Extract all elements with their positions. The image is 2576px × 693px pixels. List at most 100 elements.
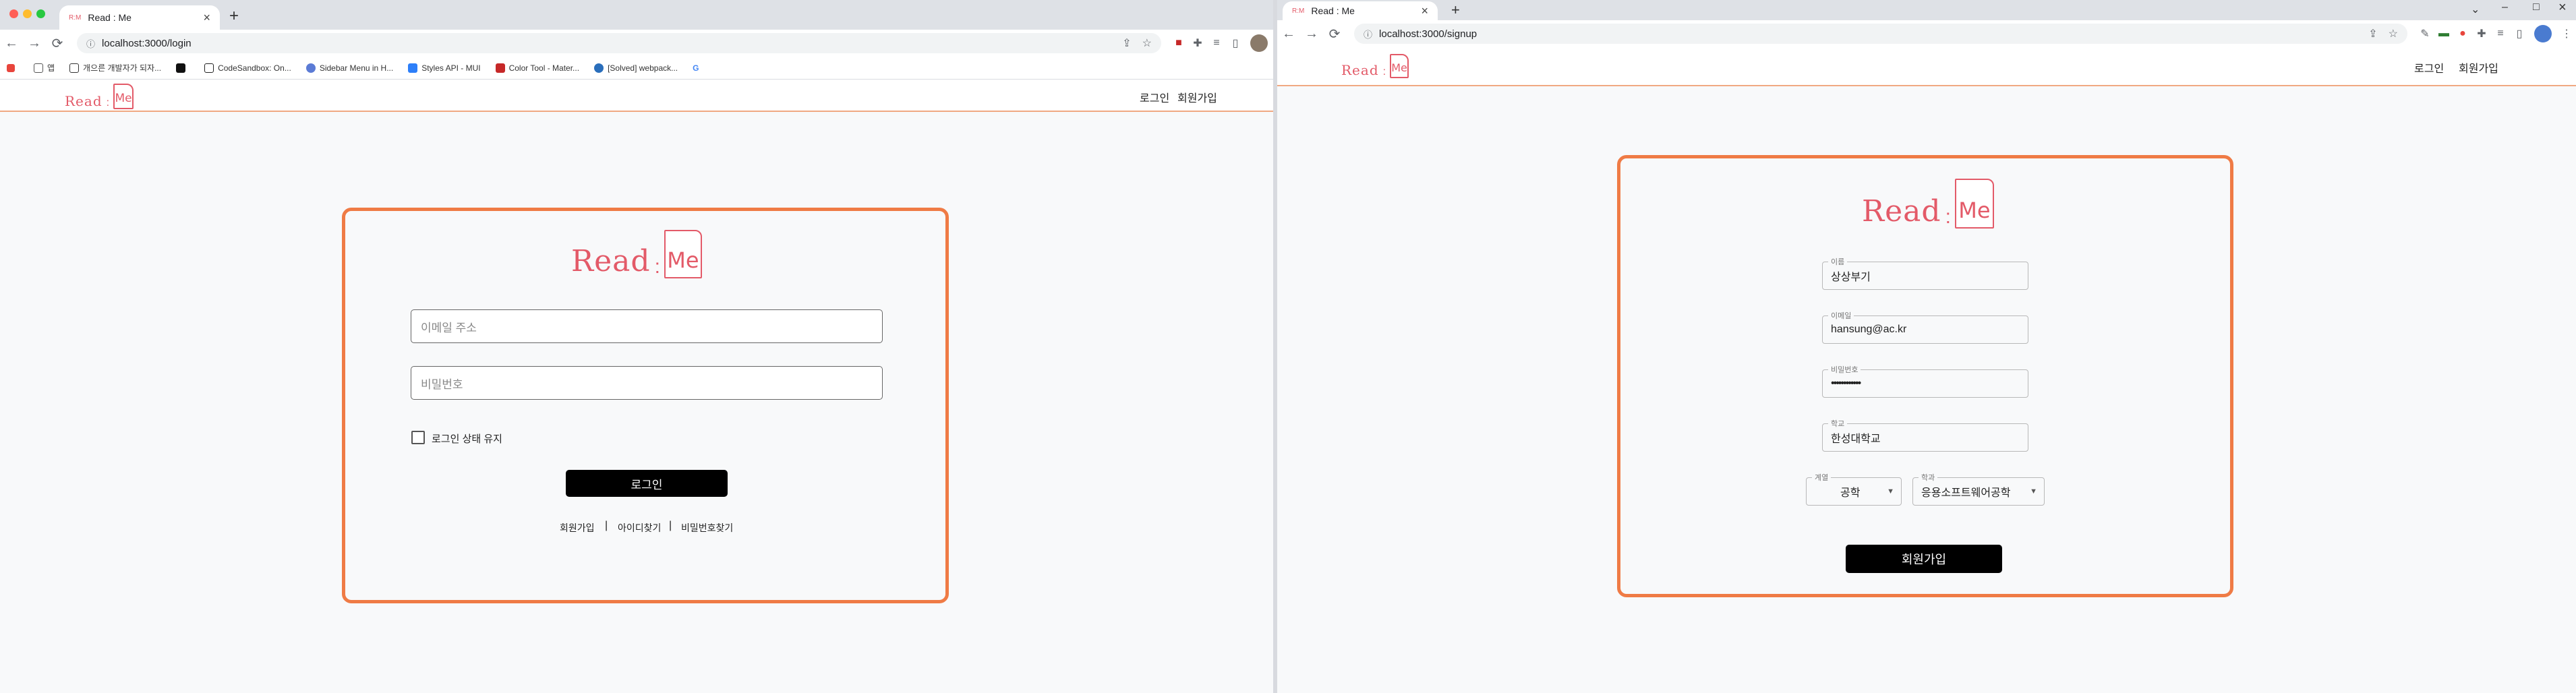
close-window-button[interactable] bbox=[9, 9, 18, 18]
info-icon[interactable]: ⓘ bbox=[1364, 28, 1372, 40]
mui-icon bbox=[408, 63, 418, 73]
find-password-link[interactable]: 비밀번호찾기 bbox=[681, 521, 733, 535]
bookmark-item[interactable]: [Solved] webpack... bbox=[594, 63, 678, 73]
tab-strip: R:M Read : Me × + bbox=[0, 0, 1273, 30]
minimize-window-button[interactable] bbox=[23, 9, 32, 18]
name-field[interactable]: 이름 상상부기 bbox=[1822, 256, 2028, 290]
reload-icon[interactable]: ⟳ bbox=[46, 35, 69, 52]
share-icon[interactable]: ⇪ bbox=[2368, 27, 2377, 40]
profile-avatar[interactable] bbox=[1250, 34, 1268, 52]
major-select[interactable]: 학과 응용소프트웨어공학 ▼ bbox=[1912, 472, 2045, 506]
track-value: 공학 bbox=[1840, 487, 1861, 499]
major-value: 응용소프트웨어공학 bbox=[1921, 487, 2011, 499]
bookmark-item[interactable]: Sidebar Menu in H... bbox=[305, 63, 393, 73]
tab-search-chevron-icon[interactable]: ⌄ bbox=[2471, 3, 2480, 16]
info-icon[interactable]: ⓘ bbox=[86, 37, 95, 50]
bookmark-item[interactable] bbox=[7, 63, 19, 72]
profile-avatar[interactable] bbox=[2534, 25, 2552, 42]
reading-list-icon[interactable]: ≡ bbox=[1207, 37, 1226, 49]
minimize-icon[interactable]: – bbox=[2502, 1, 2508, 13]
logo-document-icon: Me bbox=[113, 84, 134, 109]
browser-tab[interactable]: R:M Read : Me × bbox=[59, 5, 220, 30]
nav-login-link[interactable]: 로그인 bbox=[1140, 89, 1169, 105]
nav-signup-link[interactable]: 회원가입 bbox=[1177, 89, 1217, 105]
close-window-icon[interactable]: × bbox=[2558, 0, 2567, 16]
header-logo[interactable]: Read : Me bbox=[1341, 54, 1409, 78]
browser-toolbar: ← → ⟳ ⓘ localhost:3000/signup ⇪ ☆ ✎ ▬ ● … bbox=[1277, 20, 2576, 47]
new-tab-button[interactable]: + bbox=[229, 7, 239, 26]
password-value: •••••••••••• bbox=[1831, 378, 1861, 389]
bookmark-item[interactable]: 앱 bbox=[34, 62, 55, 73]
bookmark-item[interactable]: Color Tool - Mater... bbox=[495, 63, 579, 73]
maximize-icon[interactable]: □ bbox=[2533, 1, 2540, 13]
nav-login-link[interactable]: 로그인 bbox=[2414, 59, 2444, 76]
email-value: hansung@ac.kr bbox=[1831, 324, 1907, 335]
header-logo[interactable]: Read : Me bbox=[65, 84, 134, 109]
find-id-link[interactable]: 아이디찾기 bbox=[618, 521, 661, 535]
link-separator: | bbox=[605, 520, 608, 531]
track-select[interactable]: 계열 공학 ▼ bbox=[1806, 472, 1902, 506]
back-icon[interactable]: ← bbox=[0, 36, 23, 51]
school-field[interactable]: 학교 한성대학교 bbox=[1822, 418, 2028, 452]
bookmarks-bar: 앱 개으른 개발자가 되자... CodeSandbox: On... Side… bbox=[0, 57, 1273, 80]
browser-tab[interactable]: R:M Read : Me × bbox=[1283, 1, 1438, 20]
address-bar[interactable]: ⓘ localhost:3000/login ⇪ ☆ bbox=[77, 33, 1161, 53]
password-field[interactable]: 비밀번호 •••••••••••• bbox=[1822, 364, 2028, 398]
login-page: Read : Me 로그인 회원가입 Read : Me 이메일 주소 비밀번호… bbox=[0, 80, 1273, 693]
back-icon[interactable]: ← bbox=[1277, 26, 1300, 42]
signup-link[interactable]: 회원가입 bbox=[560, 521, 595, 535]
address-bar[interactable]: ⓘ localhost:3000/signup ⇪ ☆ bbox=[1354, 24, 2407, 44]
bookmark-star-icon[interactable]: ☆ bbox=[1142, 36, 1152, 50]
login-button[interactable]: 로그인 bbox=[566, 470, 728, 497]
browser-window-left: R:M Read : Me × + ← → ⟳ ⓘ localhost:3000… bbox=[0, 0, 1273, 693]
url-text: localhost:3000/signup bbox=[1379, 28, 1477, 40]
signup-button[interactable]: 회원가입 bbox=[1846, 545, 2002, 573]
url-text: localhost:3000/login bbox=[102, 37, 192, 49]
bookmark-item[interactable]: 개으른 개발자가 되자... bbox=[69, 62, 161, 73]
menu-icon[interactable]: ⋮ bbox=[2557, 27, 2576, 40]
dropdown-caret-icon: ▼ bbox=[2030, 487, 2037, 495]
card-logo: Read : Me bbox=[1862, 179, 1994, 229]
tab-title: Read : Me bbox=[88, 12, 131, 23]
school-label: 학교 bbox=[1828, 418, 1848, 429]
tab-close-icon[interactable]: × bbox=[1421, 4, 1428, 18]
school-value: 한성대학교 bbox=[1831, 433, 1881, 445]
reload-icon[interactable]: ⟳ bbox=[1323, 26, 1346, 42]
card-logo: Read : Me bbox=[571, 230, 702, 278]
bookmark-item[interactable]: CodeSandbox: On... bbox=[204, 63, 291, 73]
side-panel-icon[interactable]: ▯ bbox=[2510, 27, 2529, 40]
name-label: 이름 bbox=[1828, 256, 1848, 267]
bookmark-item[interactable]: G bbox=[693, 63, 699, 73]
signup-card: Read : Me 이름 상상부기 이메일 hansung@ac.kr 비밀번호… bbox=[1617, 155, 2233, 597]
login-card: Read : Me 이메일 주소 비밀번호 로그인 상태 유지 로그인 회원가입… bbox=[342, 208, 949, 603]
new-tab-button[interactable]: + bbox=[1451, 1, 1460, 19]
puzzle-icon[interactable]: ✚ bbox=[1188, 36, 1207, 50]
remember-checkbox[interactable] bbox=[411, 431, 425, 444]
side-panel-icon[interactable]: ▯ bbox=[1226, 36, 1245, 50]
t-icon bbox=[69, 63, 80, 73]
bookmark-item[interactable]: Styles API - MUI bbox=[408, 63, 481, 73]
tab-strip: R:M Read : Me × + ⌄ – □ × bbox=[1277, 0, 2576, 20]
reading-list-icon[interactable]: ≡ bbox=[2491, 28, 2510, 40]
tab-close-icon[interactable]: × bbox=[203, 11, 210, 25]
forward-icon[interactable]: → bbox=[1300, 26, 1323, 42]
bookmark-star-icon[interactable]: ☆ bbox=[2389, 27, 2398, 40]
email-field[interactable]: 이메일 hansung@ac.kr bbox=[1822, 310, 2028, 344]
email-input[interactable]: 이메일 주소 bbox=[411, 309, 883, 343]
bookmark-icon bbox=[34, 63, 43, 73]
apps-grid-icon bbox=[7, 63, 15, 72]
bookmark-item[interactable] bbox=[176, 63, 189, 73]
eyedropper-icon[interactable]: ✎ bbox=[2416, 27, 2434, 40]
forward-icon[interactable]: → bbox=[23, 36, 46, 51]
nav-signup-link[interactable]: 회원가입 bbox=[2459, 59, 2498, 76]
password-input[interactable]: 비밀번호 bbox=[411, 366, 883, 400]
puzzle-icon[interactable]: ✚ bbox=[2472, 27, 2491, 40]
extension-icon[interactable]: ■ bbox=[1169, 37, 1188, 49]
email-label: 이메일 bbox=[1828, 310, 1854, 321]
extension-icon[interactable]: ▬ bbox=[2434, 28, 2453, 40]
zoom-window-button[interactable] bbox=[36, 9, 45, 18]
share-icon[interactable]: ⇪ bbox=[1122, 36, 1131, 50]
stackoverflow-icon bbox=[594, 63, 604, 73]
extension-icon[interactable]: ● bbox=[2453, 28, 2472, 40]
logo-document-icon: Me bbox=[1954, 179, 1994, 229]
